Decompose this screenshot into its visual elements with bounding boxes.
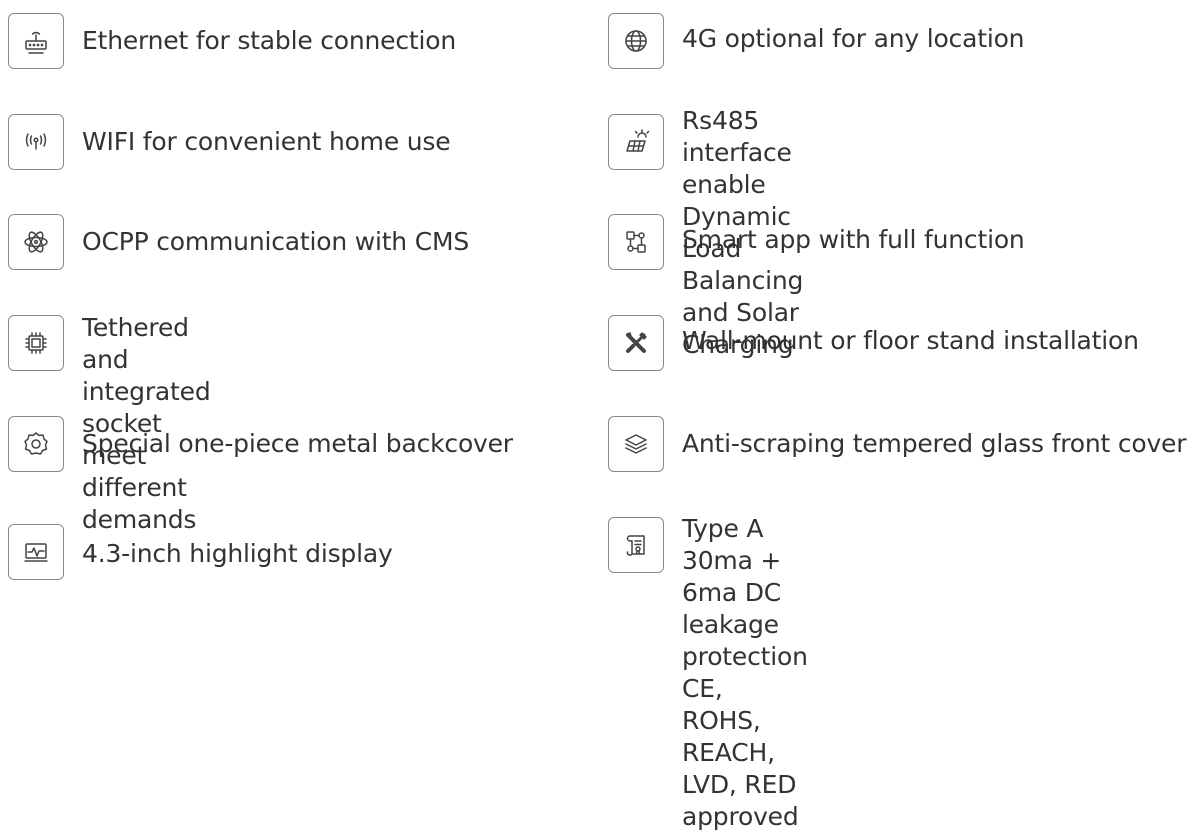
feature-label: Special one-piece metal backcover: [82, 429, 513, 458]
wifi-icon: [8, 114, 64, 170]
chip-icon: [8, 315, 64, 371]
feature-label: Smart app with full function: [682, 225, 1025, 254]
feature-label: Tethered and integrated socket meet diff…: [82, 313, 211, 534]
feature-label: Wall-mount or floor stand installation: [682, 326, 1139, 355]
feature-label: Ethernet for stable connection: [82, 26, 456, 55]
tools-icon: [608, 315, 664, 371]
feature-label: Anti-scraping tempered glass front cover: [682, 429, 1187, 458]
solar-panel-icon: [608, 114, 664, 170]
feature-label: WIFI for convenient home use: [82, 127, 451, 156]
feature-label: OCPP communication with CMS: [82, 227, 469, 256]
router-icon: [8, 13, 64, 69]
globe-icon: [608, 13, 664, 69]
layers-icon: [608, 416, 664, 472]
display-icon: [8, 524, 64, 580]
atom-icon: [8, 214, 64, 270]
app-flow-icon: [608, 214, 664, 270]
feature-label: Type A 30ma + 6ma DC leakage protection …: [682, 514, 808, 831]
feature-label: 4.3-inch highlight display: [82, 539, 393, 568]
certificate-icon: [608, 517, 664, 573]
feature-label: 4G optional for any location: [682, 24, 1025, 53]
gear-icon: [8, 416, 64, 472]
